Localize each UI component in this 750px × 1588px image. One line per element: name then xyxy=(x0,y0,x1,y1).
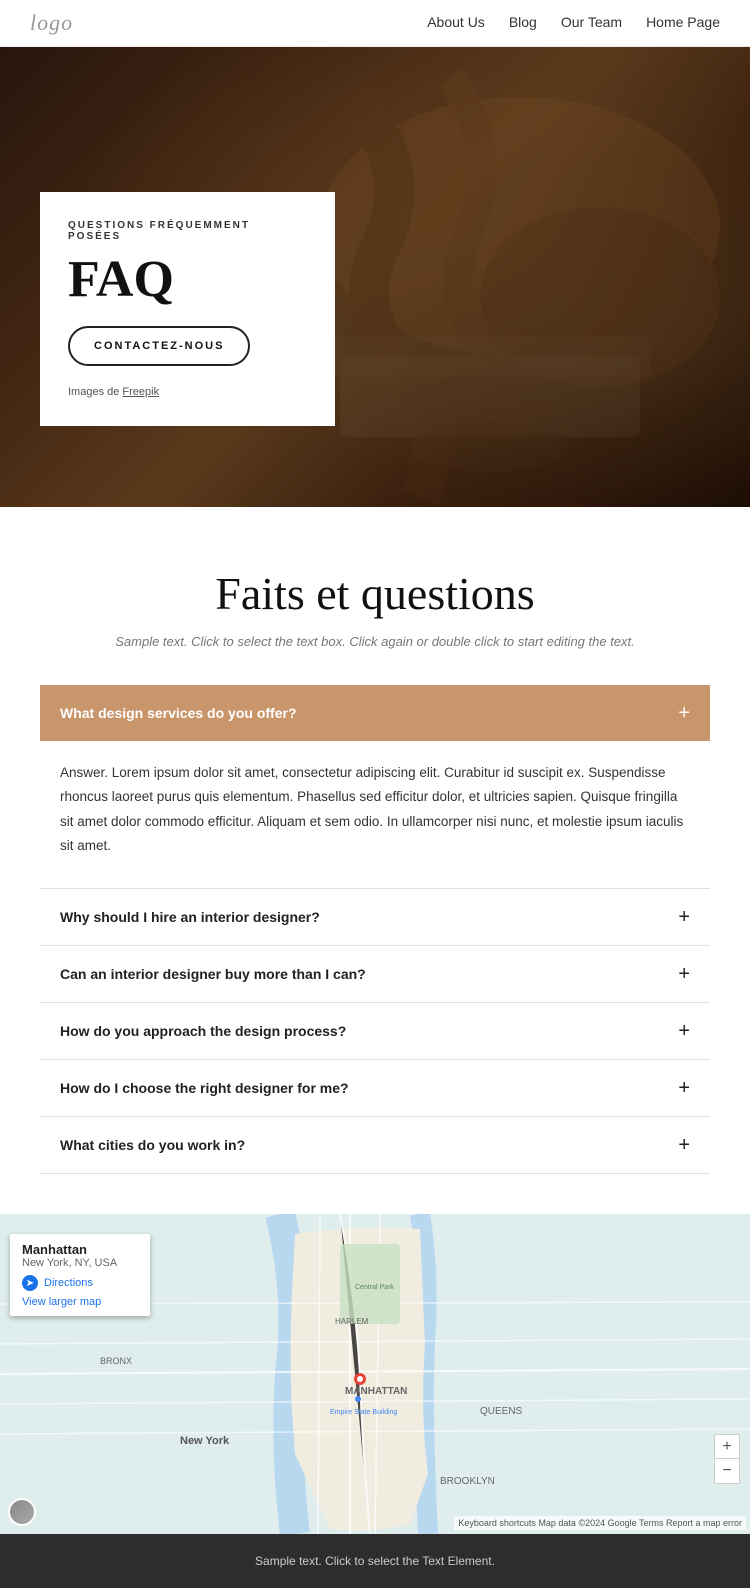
nav-links: About Us Blog Our Team Home Page xyxy=(427,14,720,32)
faq-icon-5: + xyxy=(678,1078,690,1098)
map-directions-btn[interactable]: ➤ Directions xyxy=(22,1275,138,1291)
svg-text:Central Park: Central Park xyxy=(355,1284,394,1291)
hero-card: QUESTIONS FRÉQUEMMENT POSÉES FAQ CONTACT… xyxy=(40,192,335,426)
faq-header-5[interactable]: How do I choose the right designer for m… xyxy=(40,1060,710,1116)
footer: Sample text. Click to select the Text El… xyxy=(0,1534,750,1588)
faq-header-2[interactable]: Why should I hire an interior designer? … xyxy=(40,889,710,945)
svg-text:BROOKLYN: BROOKLYN xyxy=(440,1476,495,1487)
svg-text:HARLEM: HARLEM xyxy=(335,1317,369,1326)
faq-question-1: What design services do you offer? xyxy=(60,705,297,721)
faq-item-3: Can an interior designer buy more than I… xyxy=(40,946,710,1003)
faq-question-4: How do you approach the design process? xyxy=(60,1023,346,1039)
map-zoom-controls: + − xyxy=(714,1434,740,1484)
section-subtitle: Sample text. Click to select the text bo… xyxy=(40,634,710,649)
faq-item-2: Why should I hire an interior designer? … xyxy=(40,889,710,946)
map-popup: Manhattan New York, NY, USA ➤ Directions… xyxy=(10,1234,150,1316)
svg-text:New York: New York xyxy=(180,1435,230,1447)
faq-item-5: How do I choose the right designer for m… xyxy=(40,1060,710,1117)
map-user-avatar xyxy=(8,1498,36,1526)
faq-question-5: How do I choose the right designer for m… xyxy=(60,1080,349,1096)
faq-list: What design services do you offer? + Ans… xyxy=(40,685,710,1174)
faq-body-1: Answer. Lorem ipsum dolor sit amet, cons… xyxy=(40,741,710,888)
svg-text:QUEENS: QUEENS xyxy=(480,1406,523,1417)
faq-icon-3: + xyxy=(678,964,690,984)
zoom-in-button[interactable]: + xyxy=(715,1435,739,1459)
hero-section: QUESTIONS FRÉQUEMMENT POSÉES FAQ CONTACT… xyxy=(0,47,750,507)
svg-text:Empire State Building: Empire State Building xyxy=(330,1409,397,1416)
map-place-name: Manhattan xyxy=(22,1242,138,1257)
faq-icon-4: + xyxy=(678,1021,690,1041)
view-larger-map-link[interactable]: View larger map xyxy=(22,1296,138,1308)
faq-icon-1: + xyxy=(678,703,690,723)
faq-header-4[interactable]: How do you approach the design process? … xyxy=(40,1003,710,1059)
nav-home[interactable]: Home Page xyxy=(646,14,720,30)
contact-button[interactable]: CONTACTEZ-NOUS xyxy=(68,326,250,366)
directions-label: Directions xyxy=(44,1277,93,1289)
freepik-link[interactable]: Freepik xyxy=(122,386,159,398)
logo: logo xyxy=(30,10,73,36)
zoom-out-button[interactable]: − xyxy=(715,1459,739,1483)
svg-text:MANHATTAN: MANHATTAN xyxy=(345,1386,407,1397)
map-section: MANHATTAN New York QUEENS BROOKLYN BRONX… xyxy=(0,1214,750,1534)
faq-header-6[interactable]: What cities do you work in? + xyxy=(40,1117,710,1173)
directions-icon: ➤ xyxy=(22,1275,38,1291)
image-credit: Images de Freepik xyxy=(68,386,307,398)
faq-icon-6: + xyxy=(678,1135,690,1155)
nav-team[interactable]: Our Team xyxy=(561,14,622,30)
map-place-sub: New York, NY, USA xyxy=(22,1257,138,1269)
hero-subtitle: QUESTIONS FRÉQUEMMENT POSÉES xyxy=(68,220,307,242)
svg-text:BRONX: BRONX xyxy=(100,1356,132,1366)
faq-question-3: Can an interior designer buy more than I… xyxy=(60,966,366,982)
faq-header-3[interactable]: Can an interior designer buy more than I… xyxy=(40,946,710,1002)
faq-question-2: Why should I hire an interior designer? xyxy=(60,909,320,925)
faq-icon-2: + xyxy=(678,907,690,927)
hero-title: FAQ xyxy=(68,254,307,306)
faq-item-1: What design services do you offer? + Ans… xyxy=(40,685,710,889)
nav-blog[interactable]: Blog xyxy=(509,14,537,30)
nav-about[interactable]: About Us xyxy=(427,14,485,30)
section-title: Faits et questions xyxy=(40,567,710,620)
faq-header-1[interactable]: What design services do you offer? + xyxy=(40,685,710,741)
faq-item-4: How do you approach the design process? … xyxy=(40,1003,710,1060)
faq-item-6: What cities do you work in? + xyxy=(40,1117,710,1174)
map-placeholder[interactable]: MANHATTAN New York QUEENS BROOKLYN BRONX… xyxy=(0,1214,750,1534)
navbar: logo About Us Blog Our Team Home Page xyxy=(0,0,750,47)
footer-text: Sample text. Click to select the Text El… xyxy=(40,1554,710,1568)
main-content: Faits et questions Sample text. Click to… xyxy=(0,507,750,1214)
map-attribution: Keyboard shortcuts Map data ©2024 Google… xyxy=(454,1516,746,1530)
faq-question-6: What cities do you work in? xyxy=(60,1137,245,1153)
